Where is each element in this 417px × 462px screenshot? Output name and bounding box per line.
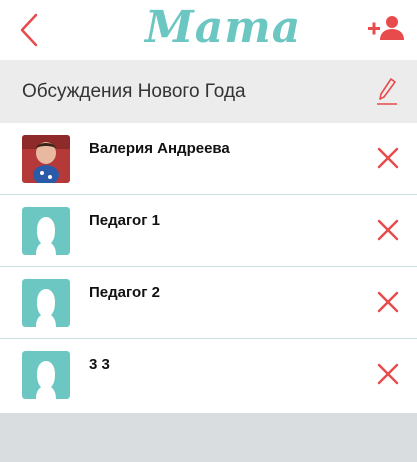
edit-title-button[interactable] bbox=[375, 77, 399, 107]
app-header: Мama bbox=[0, 0, 417, 60]
participant-name: Педагог 2 bbox=[89, 284, 160, 301]
user-placeholder-icon bbox=[22, 207, 70, 255]
participant-row[interactable]: 3 3 bbox=[0, 339, 417, 413]
avatar-photo bbox=[22, 135, 70, 183]
avatar bbox=[22, 207, 70, 255]
remove-participant-button[interactable] bbox=[375, 217, 401, 243]
participant-row[interactable]: Педагог 2 bbox=[0, 267, 417, 339]
pencil-icon bbox=[377, 78, 397, 105]
back-button[interactable] bbox=[14, 10, 48, 50]
close-icon bbox=[377, 147, 399, 169]
chevron-left-icon bbox=[20, 13, 38, 47]
remove-participant-button[interactable] bbox=[375, 145, 401, 171]
add-user-button[interactable] bbox=[366, 12, 406, 46]
app-logo: Мama bbox=[145, 2, 302, 53]
participant-name: Педагог 1 bbox=[89, 212, 160, 229]
avatar bbox=[22, 135, 70, 183]
chat-title: Обсуждения Нового Года bbox=[22, 81, 246, 102]
participant-row[interactable]: Валерия Андреева bbox=[0, 123, 417, 195]
participant-name: 3 3 bbox=[89, 356, 110, 373]
avatar bbox=[22, 279, 70, 327]
add-user-icon bbox=[368, 16, 404, 40]
user-placeholder-icon bbox=[22, 351, 70, 399]
participant-row[interactable]: Педагог 1 bbox=[0, 195, 417, 267]
close-icon bbox=[377, 291, 399, 313]
user-placeholder-icon bbox=[22, 279, 70, 327]
remove-participant-button[interactable] bbox=[375, 361, 401, 387]
close-icon bbox=[377, 363, 399, 385]
participant-name: Валерия Андреева bbox=[89, 140, 230, 157]
remove-participant-button[interactable] bbox=[375, 289, 401, 315]
chat-title-bar: Обсуждения Нового Года bbox=[0, 60, 417, 123]
close-icon bbox=[377, 219, 399, 241]
participant-list: Валерия Андреева Педагог 1 Педагог 2 3 3 bbox=[0, 123, 417, 413]
avatar bbox=[22, 351, 70, 399]
